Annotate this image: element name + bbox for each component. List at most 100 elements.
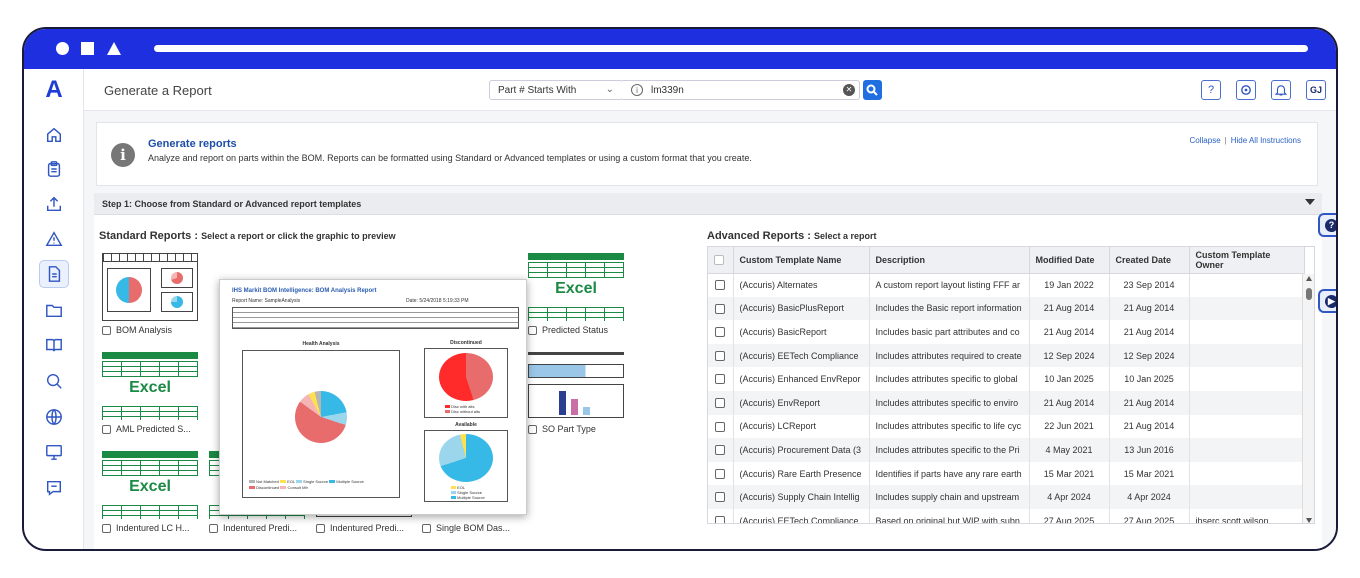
- row-checkbox[interactable]: [715, 280, 726, 291]
- so-part-type-option[interactable]: SO Part Type: [528, 424, 632, 434]
- search-type-select[interactable]: Part # Starts With ⌄: [489, 80, 623, 100]
- excel-thumbnail[interactable]: Excel: [528, 253, 624, 321]
- book-icon[interactable]: [39, 331, 69, 359]
- table-row[interactable]: (Accuris) BasicReport Includes basic part…: [708, 320, 1305, 344]
- modified-date: 4 May 2021: [1029, 438, 1110, 462]
- aml-predicted-option[interactable]: AML Predicted S...: [102, 424, 206, 434]
- preview-table: [232, 307, 519, 329]
- checkbox[interactable]: [528, 424, 537, 434]
- row-checkbox[interactable]: [715, 445, 726, 456]
- template-owner: ihserc.scott.wilson: [1189, 508, 1305, 523]
- indentured-lc-option[interactable]: Indentured LC H...: [102, 523, 206, 533]
- table-row[interactable]: (Accuris) EETech Compliance Includes attr…: [708, 343, 1305, 368]
- row-checkbox[interactable]: [715, 374, 726, 385]
- modified-date: 21 Aug 2014: [1029, 296, 1110, 321]
- search-input[interactable]: i lm339n ✕: [622, 80, 860, 100]
- row-checkbox[interactable]: [715, 492, 726, 503]
- table-row[interactable]: (Accuris) Procurement Data (3 Includes at…: [708, 438, 1305, 462]
- report-tile-so-part-type[interactable]: SO Part Type: [528, 352, 632, 434]
- column-header-description[interactable]: Description: [869, 247, 1030, 274]
- row-checkbox[interactable]: [715, 421, 726, 432]
- template-description: A custom report layout listing FFF ar: [869, 273, 1030, 297]
- row-checkbox[interactable]: [715, 398, 726, 409]
- column-header-modified[interactable]: Modified Date: [1029, 247, 1110, 274]
- checkbox[interactable]: [209, 523, 218, 533]
- user-avatar[interactable]: GJ: [1306, 80, 1326, 100]
- caret-down-icon[interactable]: [1305, 199, 1315, 205]
- monitor-icon[interactable]: [39, 438, 69, 466]
- report-tile-aml-predicted[interactable]: Excel AML Predicted S...: [102, 352, 206, 434]
- video-tab[interactable]: ▶: [1318, 289, 1336, 313]
- predicted-status-option[interactable]: Predicted Status: [528, 325, 632, 335]
- scroll-down-icon[interactable]: [1306, 518, 1312, 523]
- notifications-button[interactable]: [1271, 80, 1291, 100]
- table-row[interactable]: (Accuris) Supply Chain Intellig Includes …: [708, 485, 1305, 509]
- column-header-owner[interactable]: Custom Template Owner: [1189, 247, 1305, 274]
- created-date: 27 Aug 2025: [1109, 508, 1190, 523]
- checkbox[interactable]: [102, 424, 111, 434]
- table-row[interactable]: (Accuris) LCReport Includes attributes sp…: [708, 414, 1305, 439]
- link-separator: |: [1224, 136, 1227, 145]
- bom-analysis-thumbnail[interactable]: [102, 253, 198, 321]
- checkbox[interactable]: [316, 523, 325, 533]
- available-title: Available: [455, 422, 477, 428]
- bom-analysis-option[interactable]: BOM Analysis: [102, 325, 206, 335]
- scroll-up-icon[interactable]: [1306, 276, 1312, 281]
- clipboard-icon[interactable]: [39, 155, 69, 183]
- globe-icon[interactable]: [39, 403, 69, 431]
- row-checkbox[interactable]: [715, 303, 726, 314]
- checkbox[interactable]: [422, 523, 431, 533]
- column-header-name[interactable]: Custom Template Name: [733, 247, 870, 274]
- table-row[interactable]: (Accuris) EETech Compliance Based on orig…: [708, 508, 1305, 523]
- checkbox[interactable]: [528, 325, 537, 335]
- folder-icon[interactable]: [39, 296, 69, 324]
- column-header-created[interactable]: Created Date: [1109, 247, 1190, 274]
- hide-all-instructions-link[interactable]: Hide All Instructions: [1231, 136, 1301, 145]
- checkbox[interactable]: [102, 523, 111, 533]
- legend-label: Disc without alts: [451, 409, 481, 414]
- collapse-link[interactable]: Collapse: [1190, 136, 1221, 145]
- row-checkbox[interactable]: [715, 327, 726, 338]
- row-checkbox-cell: [708, 273, 734, 297]
- search-icon[interactable]: [39, 367, 69, 395]
- template-name: (Accuris) EETech Compliance: [733, 508, 870, 523]
- home-icon[interactable]: [39, 121, 69, 149]
- settings-button[interactable]: [1236, 80, 1256, 100]
- legend-swatch: [249, 486, 255, 489]
- sidebar: A: [24, 69, 84, 549]
- indentured-predicted-2-option[interactable]: Indentured Predi...: [316, 523, 420, 533]
- clear-icon[interactable]: ✕: [843, 84, 855, 96]
- upload-icon[interactable]: [39, 190, 69, 218]
- standard-reports-title: Standard Reports :: [99, 230, 199, 242]
- help-tab[interactable]: ?: [1318, 213, 1336, 237]
- report-icon[interactable]: [39, 260, 69, 288]
- row-checkbox[interactable]: [715, 350, 726, 361]
- chat-icon[interactable]: [39, 474, 69, 502]
- excel-thumbnail[interactable]: Excel: [102, 451, 198, 519]
- template-name: (Accuris) LCReport: [733, 414, 870, 439]
- step1-header[interactable]: Step 1: Choose from Standard or Advanced…: [94, 193, 1322, 215]
- alert-icon[interactable]: [39, 225, 69, 253]
- table-row[interactable]: (Accuris) BasicPlusReport Includes the Ba…: [708, 296, 1305, 321]
- table-row[interactable]: (Accuris) EnvReport Includes attributes s…: [708, 390, 1305, 415]
- scroll-thumb[interactable]: [1306, 288, 1312, 300]
- so-part-type-thumbnail[interactable]: [528, 352, 624, 420]
- indentured-predicted-option[interactable]: Indentured Predi...: [209, 523, 313, 533]
- modified-date: 19 Jan 2022: [1029, 273, 1110, 297]
- checkbox[interactable]: [102, 325, 111, 335]
- row-checkbox[interactable]: [715, 516, 726, 523]
- table-row[interactable]: (Accuris) Rare Earth Presence Identifies …: [708, 461, 1305, 486]
- table-row[interactable]: (Accuris) Alternates A custom report layo…: [708, 273, 1305, 297]
- help-button[interactable]: ?: [1201, 80, 1221, 100]
- single-bom-dashboard-option[interactable]: Single BOM Das...: [422, 523, 526, 533]
- row-checkbox-cell: [708, 485, 734, 509]
- select-all-checkbox[interactable]: [714, 255, 724, 266]
- report-tile-indentured-lc[interactable]: Excel Indentured LC H...: [102, 451, 206, 533]
- report-tile-bom-analysis[interactable]: BOM Analysis: [102, 253, 206, 335]
- row-checkbox[interactable]: [715, 468, 726, 479]
- excel-thumbnail[interactable]: Excel: [102, 352, 198, 420]
- table-scrollbar[interactable]: [1302, 274, 1314, 523]
- search-button[interactable]: [863, 80, 882, 100]
- table-row[interactable]: (Accuris) Enhanced EnvRepor Includes attr…: [708, 367, 1305, 391]
- report-tile-predicted-status[interactable]: Excel Predicted Status: [528, 253, 632, 335]
